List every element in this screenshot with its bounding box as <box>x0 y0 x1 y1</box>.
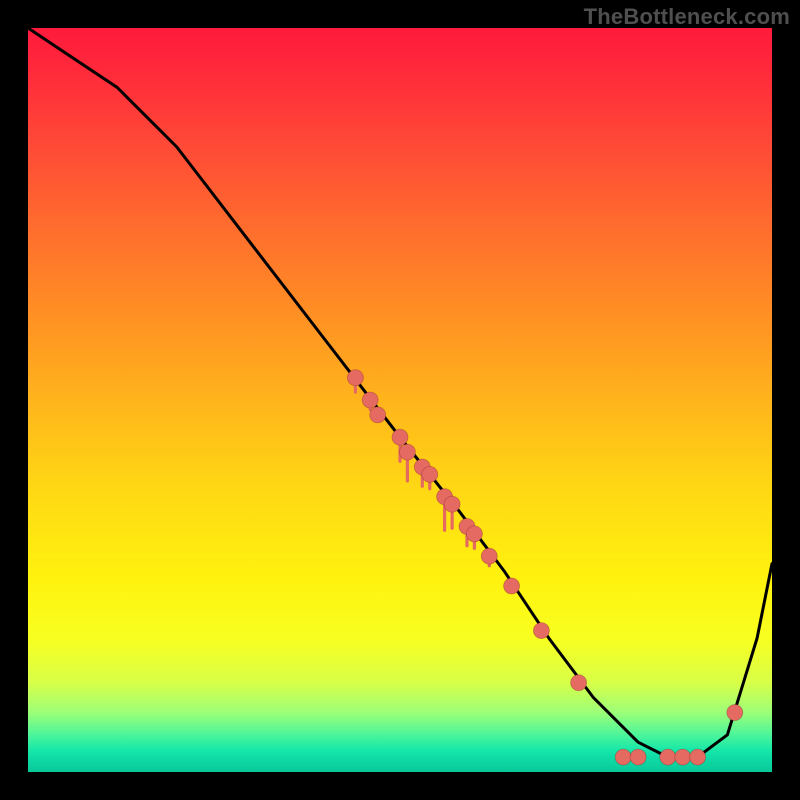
chart-plot-area <box>28 28 772 772</box>
chart-background-gradient <box>28 28 772 772</box>
watermark-text: TheBottleneck.com <box>584 4 790 30</box>
